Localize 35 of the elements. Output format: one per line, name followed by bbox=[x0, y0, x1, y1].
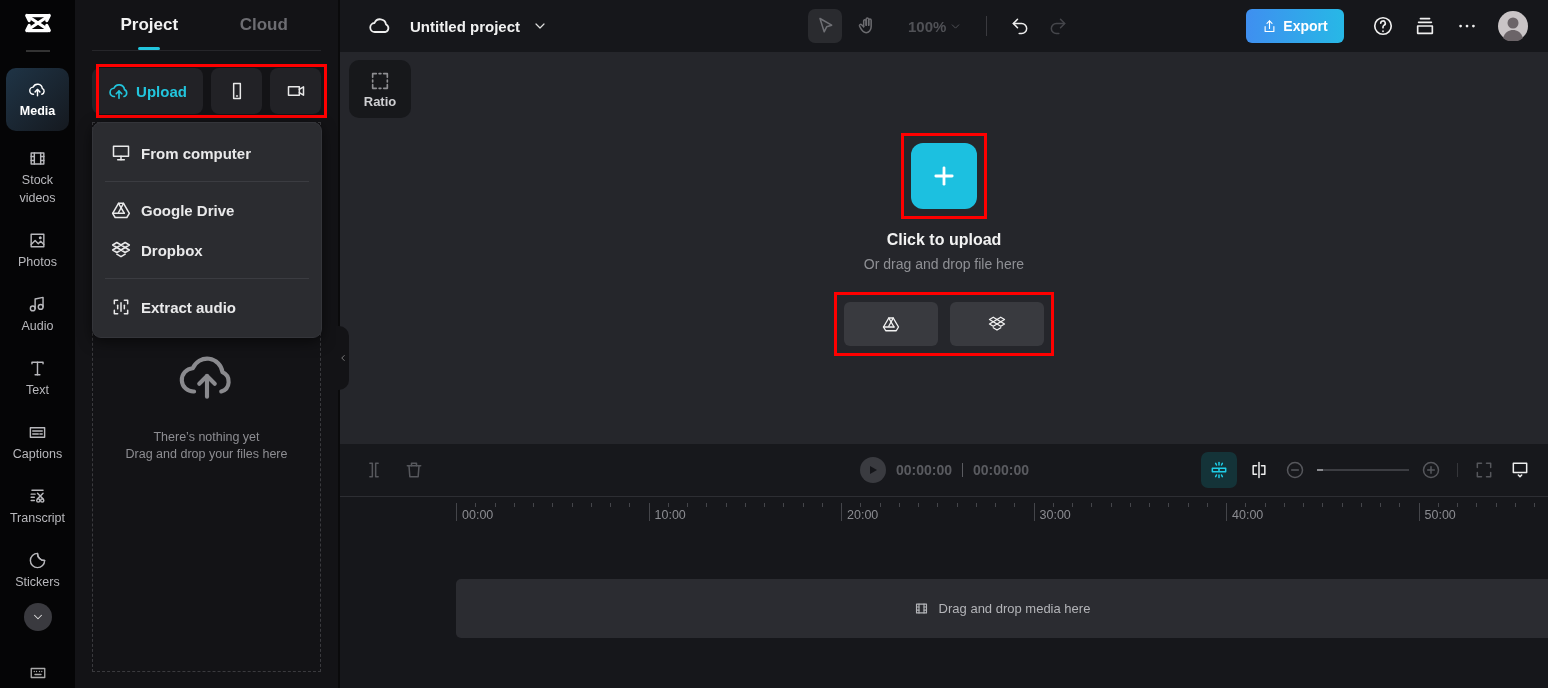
sidebar-item[interactable]: Transcript bbox=[6, 481, 69, 533]
ruler-label: 10:00 bbox=[654, 508, 686, 522]
ruler-label: 20:00 bbox=[847, 508, 879, 522]
upload-title: Click to upload bbox=[886, 231, 1002, 249]
ruler-label: 40:00 bbox=[1232, 508, 1264, 522]
tab[interactable]: Project bbox=[92, 0, 207, 50]
menu-label: Extract audio bbox=[141, 298, 237, 316]
ratio-button[interactable]: Ratio bbox=[349, 60, 411, 118]
menu-label: Dropbox bbox=[141, 241, 203, 259]
ruler-label: 30:00 bbox=[1039, 508, 1071, 522]
menu-label: Google Drive bbox=[141, 201, 235, 219]
total-time: 00:00:00 bbox=[973, 462, 1030, 478]
tab[interactable]: Cloud bbox=[206, 0, 321, 50]
ruler-label: 50:00 bbox=[1424, 508, 1456, 522]
sidebar-item[interactable]: Audio bbox=[6, 289, 69, 341]
current-time: 00:00:00 bbox=[896, 462, 953, 478]
track-hint: Drag and drop media here bbox=[938, 601, 1091, 616]
project-title[interactable]: Untitled project bbox=[410, 17, 520, 35]
empty-title: There’s nothing yet bbox=[153, 429, 260, 446]
menu-item[interactable]: Google Drive bbox=[93, 190, 321, 230]
upload-button[interactable]: Upload bbox=[92, 68, 203, 114]
media-track[interactable]: Drag and drop media here bbox=[456, 579, 1548, 638]
sidebar-item[interactable]: Photos bbox=[6, 225, 69, 277]
sidebar-item[interactable]: Captions bbox=[6, 417, 69, 469]
upload-hint: Or drag and drop file here bbox=[863, 256, 1025, 272]
sidebar-item[interactable]: Media bbox=[6, 68, 69, 131]
ruler-label: 00:00 bbox=[462, 508, 494, 522]
sidebar-item[interactable]: Stickers bbox=[6, 545, 69, 597]
menu-label: From computer bbox=[141, 144, 251, 162]
sidebar-item[interactable]: Stock videos bbox=[6, 143, 69, 213]
menu-item[interactable]: From computer bbox=[93, 133, 321, 173]
empty-hint: Drag and drop your files here bbox=[125, 446, 288, 463]
menu-item[interactable]: Extract audio bbox=[93, 287, 321, 327]
sidebar-item[interactable]: Text bbox=[6, 353, 69, 405]
menu-item[interactable]: Dropbox bbox=[93, 230, 321, 270]
